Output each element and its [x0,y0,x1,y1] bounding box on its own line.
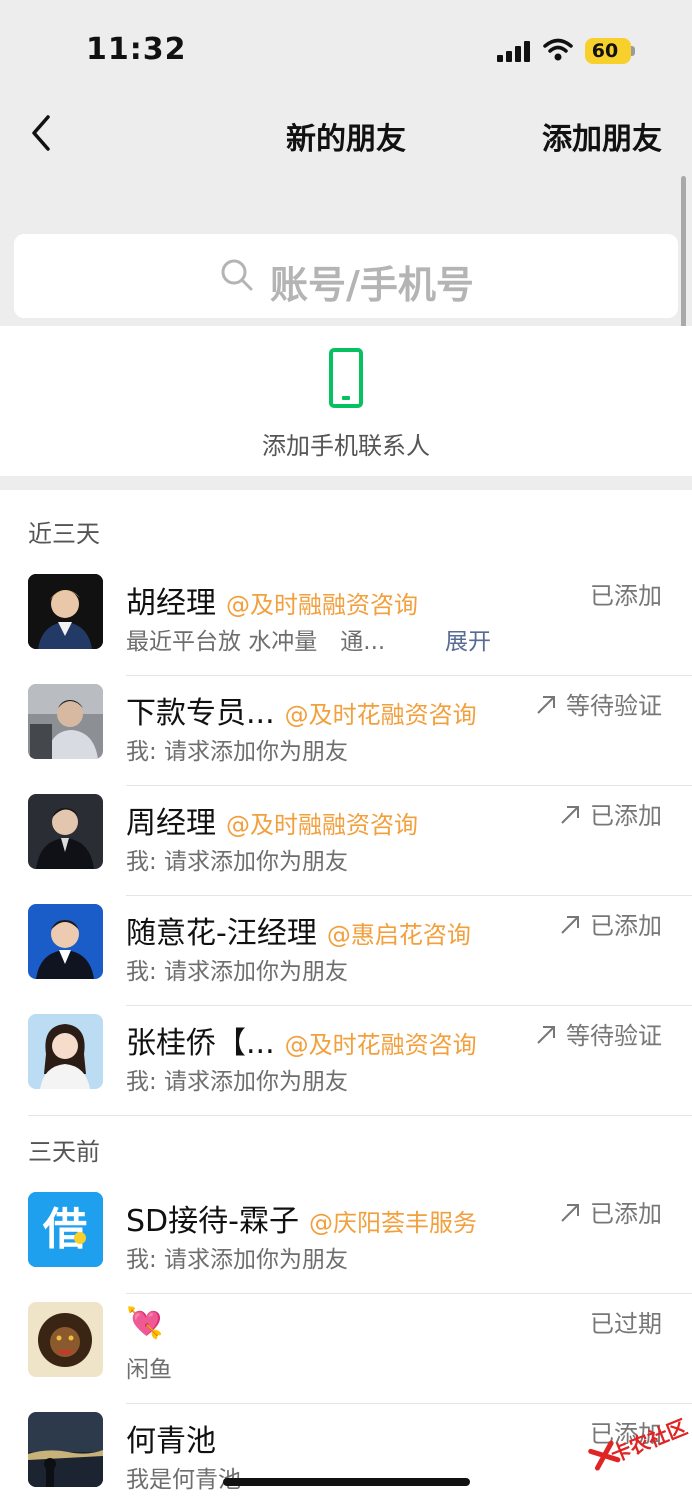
avatar [28,1014,103,1089]
battery-icon: 60 [585,38,631,64]
back-icon[interactable] [28,114,56,152]
avatar: 借 [28,1192,103,1267]
name-line: 周经理 @及时融融资咨询 [126,798,418,842]
add-phone-contacts-label: 添加手机联系人 [262,432,430,460]
contact-org: @及时融融资咨询 [226,811,418,839]
avatar [28,904,103,979]
status-bar: 11:32 60 [0,0,692,90]
status-label: 已添加 [558,796,662,831]
home-indicator[interactable] [223,1478,470,1486]
contact-org: @惠启花咨询 [326,921,471,949]
status-text: 已添加 [590,1200,662,1228]
request-message: 我: 请求添加你为朋友 [126,1247,349,1273]
search-input[interactable]: 账号/手机号 [14,234,678,318]
status-text: 已添加 [590,582,662,610]
contact-name: 💘 [126,1306,164,1341]
name-line: SD接待-霖子 @庆阳荟丰服务 [126,1196,477,1240]
name-line: 何青池 [126,1416,216,1460]
add-friend-button[interactable]: 添加朋友 [542,114,662,158]
avatar [28,1412,103,1487]
watermark-text: 卡农社区 [607,1414,691,1467]
contact-name: 何青池 [126,1424,216,1459]
outgoing-arrow-icon [537,1026,555,1044]
status-label: 等待验证 [534,686,662,721]
contact-org: @庆阳荟丰服务 [308,1209,477,1237]
list-item[interactable]: 💘 闲鱼 已过期 [0,1294,692,1404]
contact-name: 随意花-汪经理 [126,916,317,951]
status-label: 已添加 [558,1194,662,1229]
request-message: 我: 请求添加你为朋友 [126,849,349,875]
contact-name: SD接待-霖子 [126,1204,299,1239]
request-message: 我: 请求添加你为朋友 [126,739,349,765]
contact-org: @及时花融资咨询 [284,701,477,729]
avatar [28,1302,103,1377]
contact-org: @及时融融资咨询 [226,591,418,619]
status-time: 11:32 [86,32,187,67]
outgoing-arrow-icon [537,696,555,714]
name-line: 随意花-汪经理 @惠启花咨询 [126,908,471,952]
list-item[interactable]: 张桂侨【... @及时花融资咨询 我: 请求添加你为朋友 等待验证 [0,1006,692,1116]
request-message: 我: 请求添加你为朋友 [126,1069,349,1095]
name-line: 下款专员... @及时花融资咨询 [126,688,477,732]
status-text: 已过期 [590,1310,662,1338]
divider [28,1115,692,1116]
contact-org: @及时花融资咨询 [284,1031,477,1059]
status-text: 已添加 [590,802,662,830]
name-line: 💘 [126,1306,163,1341]
search-icon [221,259,253,291]
request-message: 我: 请求添加你为朋友 [126,959,349,985]
list-item[interactable]: 借 SD接待-霖子 @庆阳荟丰服务 我: 请求添加你为朋友 已添加 [0,1184,692,1294]
avatar [28,794,103,869]
request-message: 闲鱼 [126,1357,172,1383]
contact-name: 胡经理 [126,586,216,621]
list-item[interactable]: 周经理 @及时融融资咨询 我: 请求添加你为朋友 已添加 [0,786,692,896]
avatar-glyph: 借 [42,1204,87,1255]
list-item[interactable]: 随意花-汪经理 @惠启花咨询 我: 请求添加你为朋友 已添加 [0,896,692,1006]
section-header-recent: 近三天 [28,520,100,548]
friend-request-list: 近三天 胡经理 @及时融融资咨询 最近平台放 水冲量 通... 展开 已添加 下… [0,490,692,1500]
phone-icon [329,348,363,408]
section-header-earlier: 三天前 [28,1138,100,1166]
battery-cap [631,46,635,56]
search-placeholder: 账号/手机号 [270,263,474,307]
contact-name: 周经理 [126,806,216,841]
expand-link[interactable]: 展开 [445,622,491,656]
avatar [28,574,103,649]
status-label: 已添加 [558,906,662,941]
outgoing-arrow-icon [561,806,579,824]
name-line: 胡经理 @及时融融资咨询 [126,578,418,622]
cellular-signal-icon [497,40,533,62]
outgoing-arrow-icon [561,916,579,934]
scrollbar[interactable] [681,176,686,334]
status-text: 等待验证 [566,1022,662,1050]
contact-name: 张桂侨【... [126,1026,275,1061]
status-text: 等待验证 [566,692,662,720]
status-label: 已添加 [590,576,662,611]
wifi-icon [543,38,573,61]
list-item[interactable]: 胡经理 @及时融融资咨询 最近平台放 水冲量 通... 展开 已添加 [0,566,692,676]
outgoing-arrow-icon [561,1204,579,1222]
add-phone-contacts-button[interactable]: 添加手机联系人 [0,326,692,476]
status-text: 已添加 [590,912,662,940]
name-line: 张桂侨【... @及时花融资咨询 [126,1018,477,1062]
status-label: 已过期 [590,1304,662,1339]
contact-name: 下款专员... [126,696,275,731]
request-message: 最近平台放 水冲量 通... [126,629,386,655]
avatar [28,684,103,759]
status-label: 等待验证 [534,1016,662,1051]
request-message: 我是何青池 [126,1467,241,1493]
list-item[interactable]: 下款专员... @及时花融资咨询 我: 请求添加你为朋友 等待验证 [0,676,692,786]
battery-level: 60 [591,40,619,62]
